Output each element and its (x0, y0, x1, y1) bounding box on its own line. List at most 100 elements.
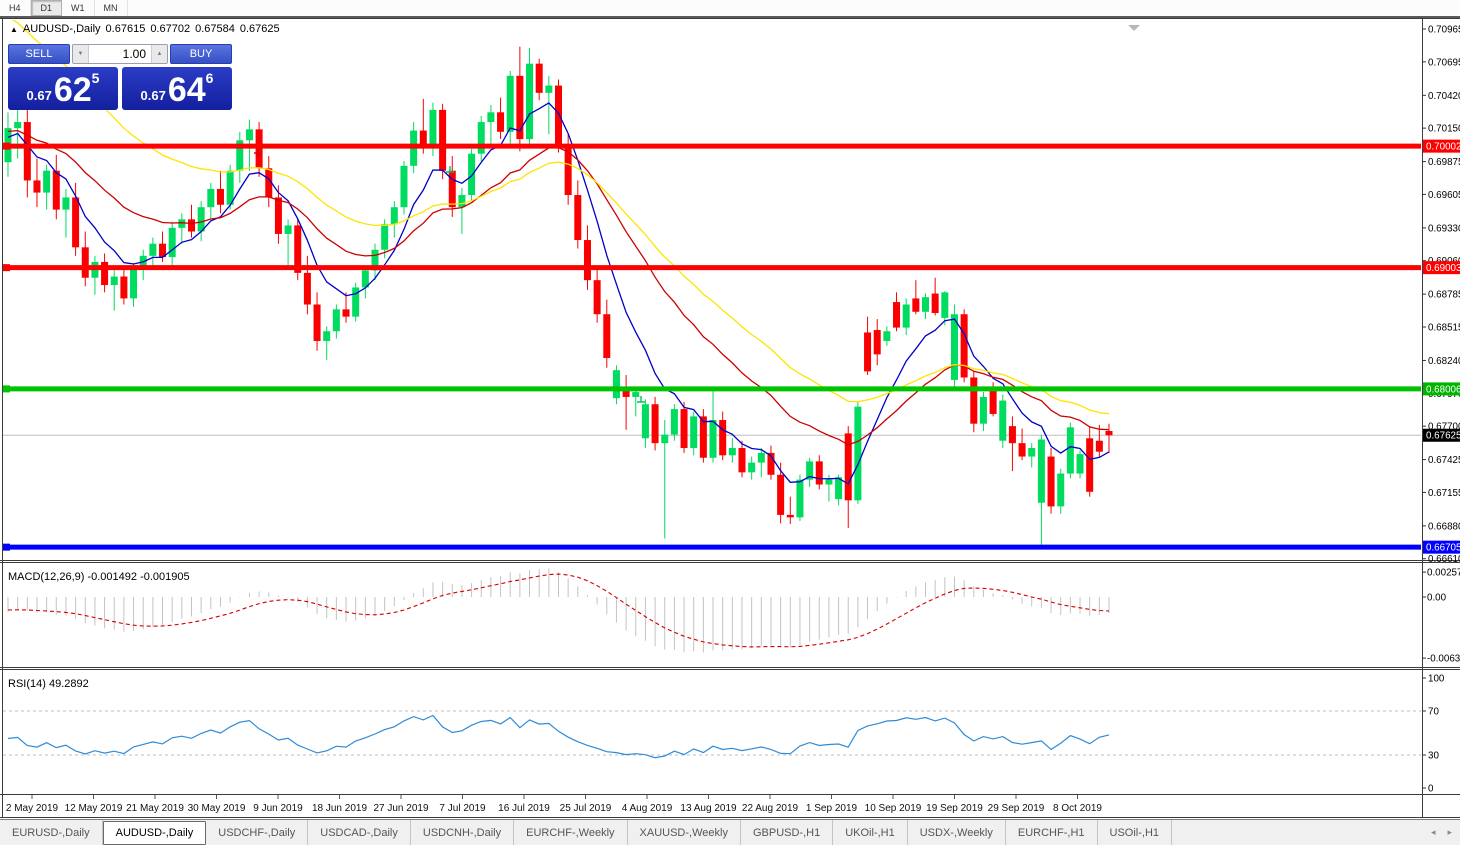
svg-text:0.67625: 0.67625 (1426, 431, 1460, 442)
svg-text:0.69605: 0.69605 (1428, 190, 1460, 201)
svg-text:12 May 2019: 12 May 2019 (65, 803, 123, 814)
svg-text:0.68006: 0.68006 (1426, 384, 1460, 395)
tab-usdcnh-daily[interactable]: USDCNH-,Daily (411, 820, 515, 845)
tabs-scroll-left-icon[interactable]: ◂ (1431, 827, 1436, 838)
chart-canvas: 0.70965 0.70695 0.70420 0.70150 0.69875 0.696… (0, 18, 1460, 818)
svg-text:MACD(12,26,9) -0.001492 -0.001: MACD(12,26,9) -0.001492 -0.001905 (8, 571, 190, 583)
svg-text:25 Jul 2019: 25 Jul 2019 (560, 803, 612, 814)
svg-text:22 Aug 2019: 22 Aug 2019 (742, 803, 799, 814)
svg-text:0.67155: 0.67155 (1428, 488, 1460, 499)
svg-text:100: 100 (1428, 674, 1445, 685)
svg-text:0.68515: 0.68515 (1428, 322, 1460, 333)
macd-axis: 0.002574 0.00 -0.006326 (1422, 568, 1460, 665)
svg-text:0.66880: 0.66880 (1428, 521, 1460, 532)
chart-frame (0, 18, 1460, 818)
svg-text:0.70420: 0.70420 (1428, 91, 1460, 102)
ma-medium-line (7, 129, 1110, 446)
rsi-label: RSI(14) 49.2892 (8, 678, 89, 690)
svg-text:9 Jun 2019: 9 Jun 2019 (253, 803, 303, 814)
volume-input[interactable]: 1.00 (89, 45, 151, 63)
svg-text:27 Jun 2019: 27 Jun 2019 (373, 803, 428, 814)
rsi-line (7, 714, 1110, 759)
sell-price-pip: 5 (91, 70, 100, 86)
date-axis: 2 May 2019 12 May 2019 21 May 2019 30 May 2… (6, 795, 1102, 814)
svg-text:0.70965: 0.70965 (1428, 25, 1460, 36)
chart-tabs: EURUSD-,Daily AUDUSD-,Daily USDCHF-,Daily U… (0, 820, 1173, 845)
svg-text:19 Sep 2019: 19 Sep 2019 (926, 803, 983, 814)
ohlc-low: 0.67584 (195, 23, 235, 35)
tabs-scroll-right-icon[interactable]: ▸ (1447, 827, 1452, 838)
macd-label: MACD(12,26,9) -0.001492 -0.001905 (8, 571, 190, 583)
sell-price-prefix: 0.67 (26, 88, 52, 103)
price-axis: 0.70965 0.70695 0.70420 0.70150 0.69875 0.696… (1422, 25, 1460, 565)
buy-price-display[interactable]: 0.67 64 6 (122, 67, 232, 110)
chart-title: ▲ AUDUSD-,Daily 0.67615 0.67702 0.67584 … (10, 23, 280, 35)
timeframe-toolbar: H4 D1 W1 MN (0, 0, 1460, 18)
svg-text:16 Jul 2019: 16 Jul 2019 (498, 803, 550, 814)
tab-xauusd-weekly[interactable]: XAUUSD-,Weekly (628, 820, 741, 845)
volume-increase-icon[interactable]: ▲ (151, 45, 167, 63)
svg-text:29 Sep 2019: 29 Sep 2019 (988, 803, 1045, 814)
timeframe-button-h4[interactable]: H4 (0, 0, 31, 16)
ohlc-open: 0.67615 (105, 23, 146, 35)
sell-button[interactable]: SELL (8, 44, 70, 64)
svg-text:30: 30 (1428, 751, 1439, 762)
svg-text:7 Jul 2019: 7 Jul 2019 (439, 803, 486, 814)
sell-price-big: 62 (53, 71, 92, 109)
tab-gbpusd-h1[interactable]: GBPUSD-,H1 (741, 820, 834, 845)
svg-text:21 May 2019: 21 May 2019 (126, 803, 184, 814)
svg-text:30 May 2019: 30 May 2019 (188, 803, 246, 814)
tab-usdx-weekly[interactable]: USDX-,Weekly (908, 820, 1006, 845)
tab-usdcad-daily[interactable]: USDCAD-,Daily (308, 820, 411, 845)
svg-text:70: 70 (1428, 707, 1439, 718)
buy-price-big: 64 (167, 71, 206, 109)
tab-audusd-daily[interactable]: AUDUSD-,Daily (102, 820, 207, 845)
svg-text:0.69875: 0.69875 (1428, 157, 1460, 168)
svg-text:0.66705: 0.66705 (1426, 543, 1460, 554)
one-click-trading-panel: SELL ▼ 1.00 ▲ BUY 0.67 62 5 0.67 64 6 (8, 44, 232, 110)
tab-eurchf-h1[interactable]: EURCHF-,H1 (1006, 820, 1098, 845)
svg-text:RSI(14) 49.2892: RSI(14) 49.2892 (8, 678, 89, 690)
svg-text:0: 0 (1428, 784, 1434, 795)
timeframe-button-w1[interactable]: W1 (62, 0, 95, 16)
buy-button[interactable]: BUY (170, 44, 232, 64)
chart-shift-icon[interactable] (1128, 25, 1140, 31)
svg-text:0.00: 0.00 (1427, 593, 1447, 604)
ohlc-close: 0.67625 (239, 23, 280, 35)
volume-decrease-icon[interactable]: ▼ (73, 45, 89, 63)
svg-text:0.68785: 0.68785 (1428, 290, 1460, 301)
chart-tab-bar: EURUSD-,Daily AUDUSD-,Daily USDCHF-,Daily U… (0, 819, 1460, 845)
svg-text:0.002574: 0.002574 (1427, 568, 1460, 579)
volume-control: ▼ 1.00 ▲ (72, 44, 168, 64)
symbol-marker-icon: ▲ (10, 24, 18, 34)
svg-text:4 Aug 2019: 4 Aug 2019 (622, 803, 673, 814)
svg-text:13 Aug 2019: 13 Aug 2019 (680, 803, 737, 814)
svg-text:-0.006326: -0.006326 (1427, 654, 1460, 665)
chart-symbol-label: AUDUSD-,Daily (22, 23, 101, 35)
svg-text:2 May 2019: 2 May 2019 (6, 803, 59, 814)
buy-price-prefix: 0.67 (140, 88, 166, 103)
svg-text:18 Jun 2019: 18 Jun 2019 (312, 803, 367, 814)
svg-text:0.66610: 0.66610 (1428, 554, 1460, 565)
buy-price-pip: 6 (205, 70, 214, 86)
sell-price-display[interactable]: 0.67 62 5 (8, 67, 118, 110)
svg-text:0.68240: 0.68240 (1428, 356, 1460, 367)
svg-text:1 Sep 2019: 1 Sep 2019 (806, 803, 858, 814)
svg-text:0.69330: 0.69330 (1428, 223, 1460, 234)
rsi-axis: 100 70 30 0 (1422, 674, 1445, 795)
svg-text:0.69003: 0.69003 (1426, 263, 1460, 274)
svg-text:0.70150: 0.70150 (1428, 124, 1460, 135)
tab-eurusd-daily[interactable]: EURUSD-,Daily (0, 820, 103, 845)
ohlc-high: 0.67702 (150, 23, 191, 35)
tab-usoil-h1[interactable]: USOil-,H1 (1098, 820, 1173, 845)
tab-scroll-nav: ◂ ▸ (1431, 820, 1452, 845)
tab-eurchf-weekly[interactable]: EURCHF-,Weekly (514, 820, 628, 845)
tab-usdchf-daily[interactable]: USDCHF-,Daily (206, 820, 309, 845)
svg-text:0.70695: 0.70695 (1428, 57, 1460, 68)
svg-text:0.70002: 0.70002 (1426, 142, 1460, 153)
svg-text:0.67425: 0.67425 (1428, 455, 1460, 466)
candlestick-series (4, 46, 1113, 548)
timeframe-button-d1[interactable]: D1 (30, 0, 63, 16)
tab-ukoil-h1[interactable]: UKOil-,H1 (833, 820, 908, 845)
timeframe-button-mn[interactable]: MN (95, 0, 128, 16)
